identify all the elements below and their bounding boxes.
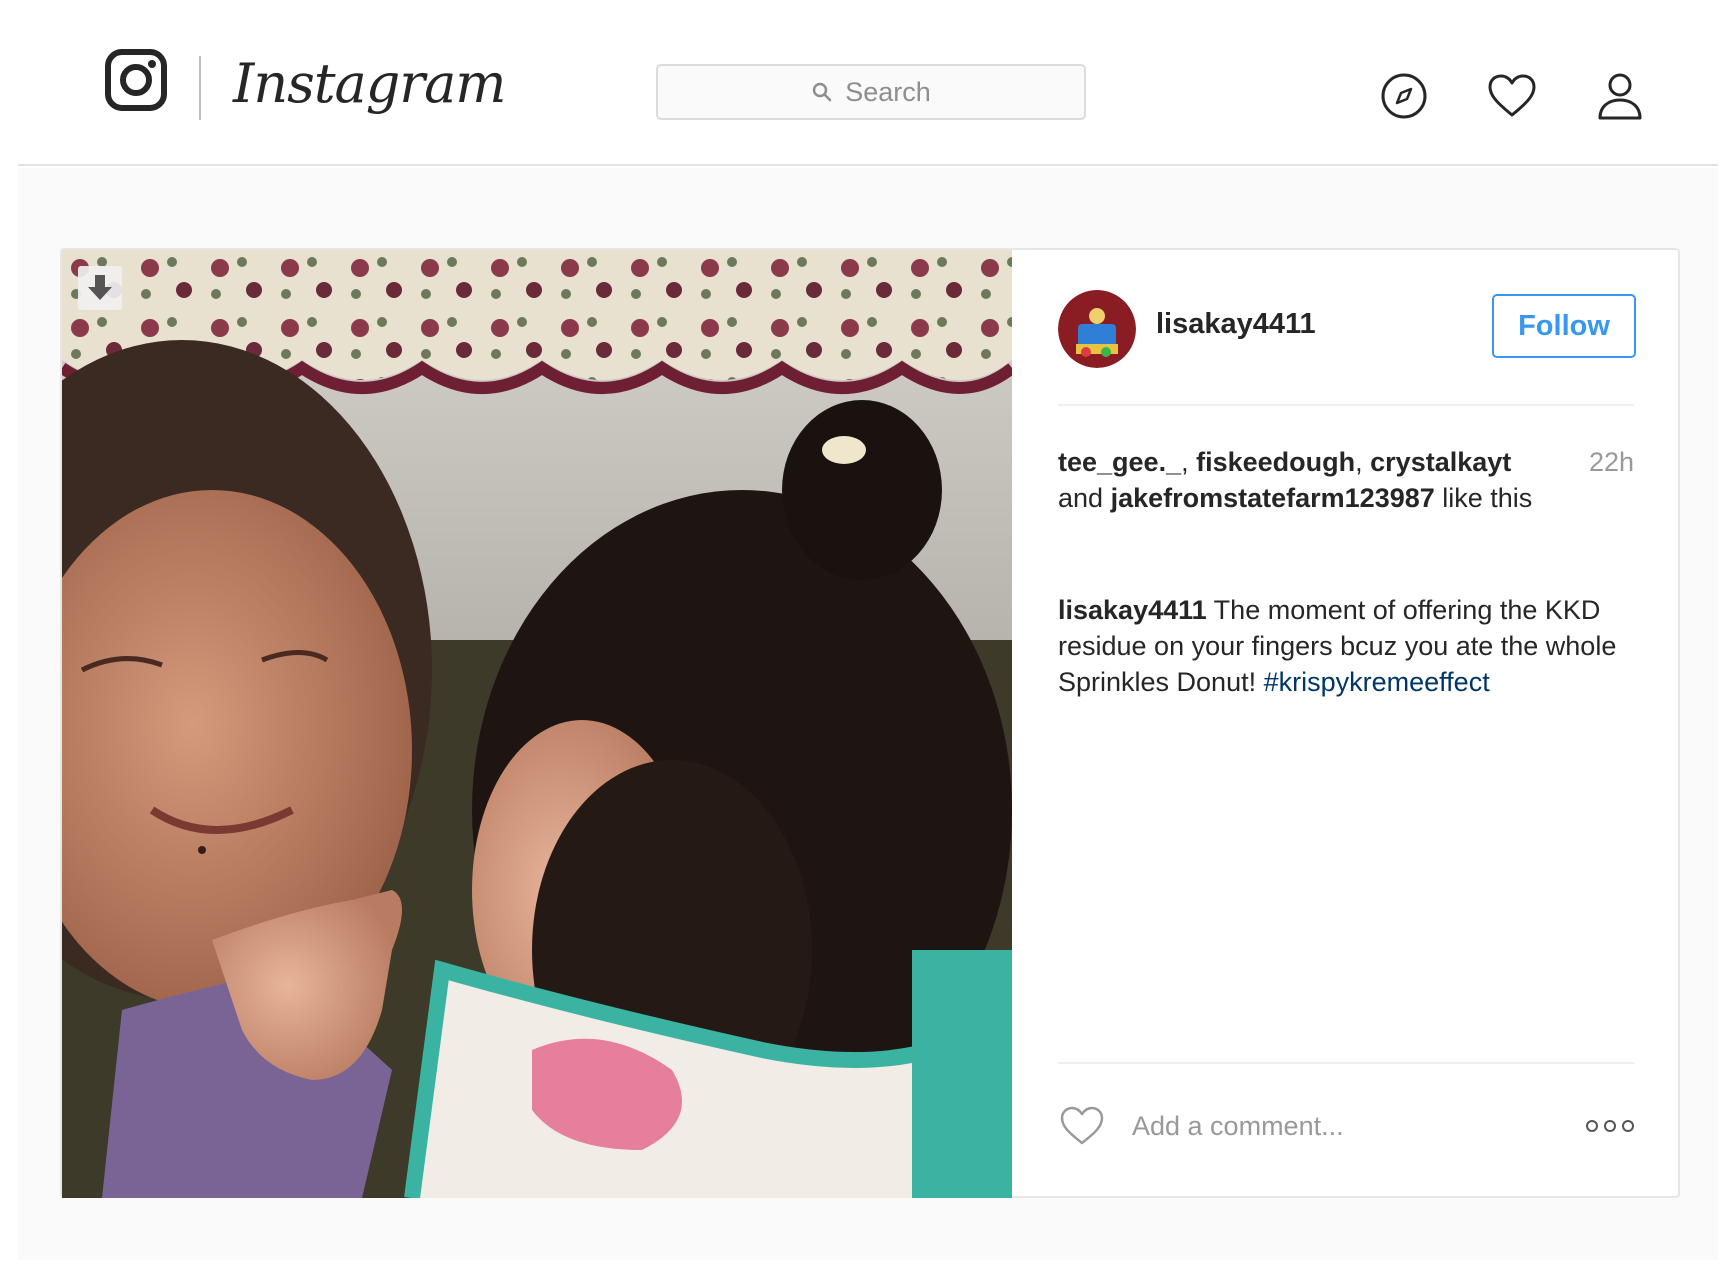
caption-author[interactable]: lisakay4411 [1058, 595, 1207, 625]
liker-link[interactable]: fiskeedough [1196, 447, 1355, 477]
follow-button[interactable]: Follow [1492, 294, 1636, 358]
logo-divider [199, 56, 201, 120]
top-nav-bar: Instagram Search [18, 0, 1718, 166]
liker-link[interactable]: jakefromstatefarm123987 [1111, 483, 1435, 513]
post-caption: lisakay4411 The moment of offering the K… [1058, 592, 1618, 700]
search-icon [812, 82, 832, 102]
post-sidebar: lisakay4411 Follow tee_gee._, fiskeedoug… [1012, 250, 1680, 1198]
instagram-camera-icon[interactable] [96, 40, 176, 120]
liker-link[interactable]: tee_gee._ [1058, 447, 1181, 477]
person-icon[interactable] [1592, 68, 1648, 124]
download-icon[interactable] [78, 266, 122, 310]
search-box[interactable]: Search [656, 64, 1086, 120]
liker-link[interactable]: crystalkayt [1370, 447, 1511, 477]
more-dots-icon[interactable] [1584, 1112, 1636, 1140]
post-timestamp[interactable]: 22h [1572, 444, 1634, 480]
divider [1058, 1062, 1634, 1064]
comment-input[interactable] [1132, 1102, 1532, 1150]
compass-icon[interactable] [1376, 68, 1432, 124]
heart-icon[interactable] [1484, 68, 1540, 124]
post-photo[interactable] [62, 250, 1012, 1198]
like-heart-icon[interactable] [1058, 1102, 1106, 1150]
likes-summary: tee_gee._, fiskeedough, crystalkayt and … [1058, 447, 1533, 513]
post-author-username[interactable]: lisakay4411 [1156, 308, 1316, 341]
search-placeholder: Search [845, 76, 931, 107]
instagram-wordmark[interactable]: Instagram [233, 52, 506, 115]
post-card: lisakay4411 Follow tee_gee._, fiskeedoug… [60, 248, 1680, 1198]
avatar[interactable] [1058, 290, 1136, 368]
hashtag-link[interactable]: #krispykremeeffect [1264, 667, 1490, 697]
post-image [62, 250, 1012, 1198]
divider [1058, 404, 1634, 406]
